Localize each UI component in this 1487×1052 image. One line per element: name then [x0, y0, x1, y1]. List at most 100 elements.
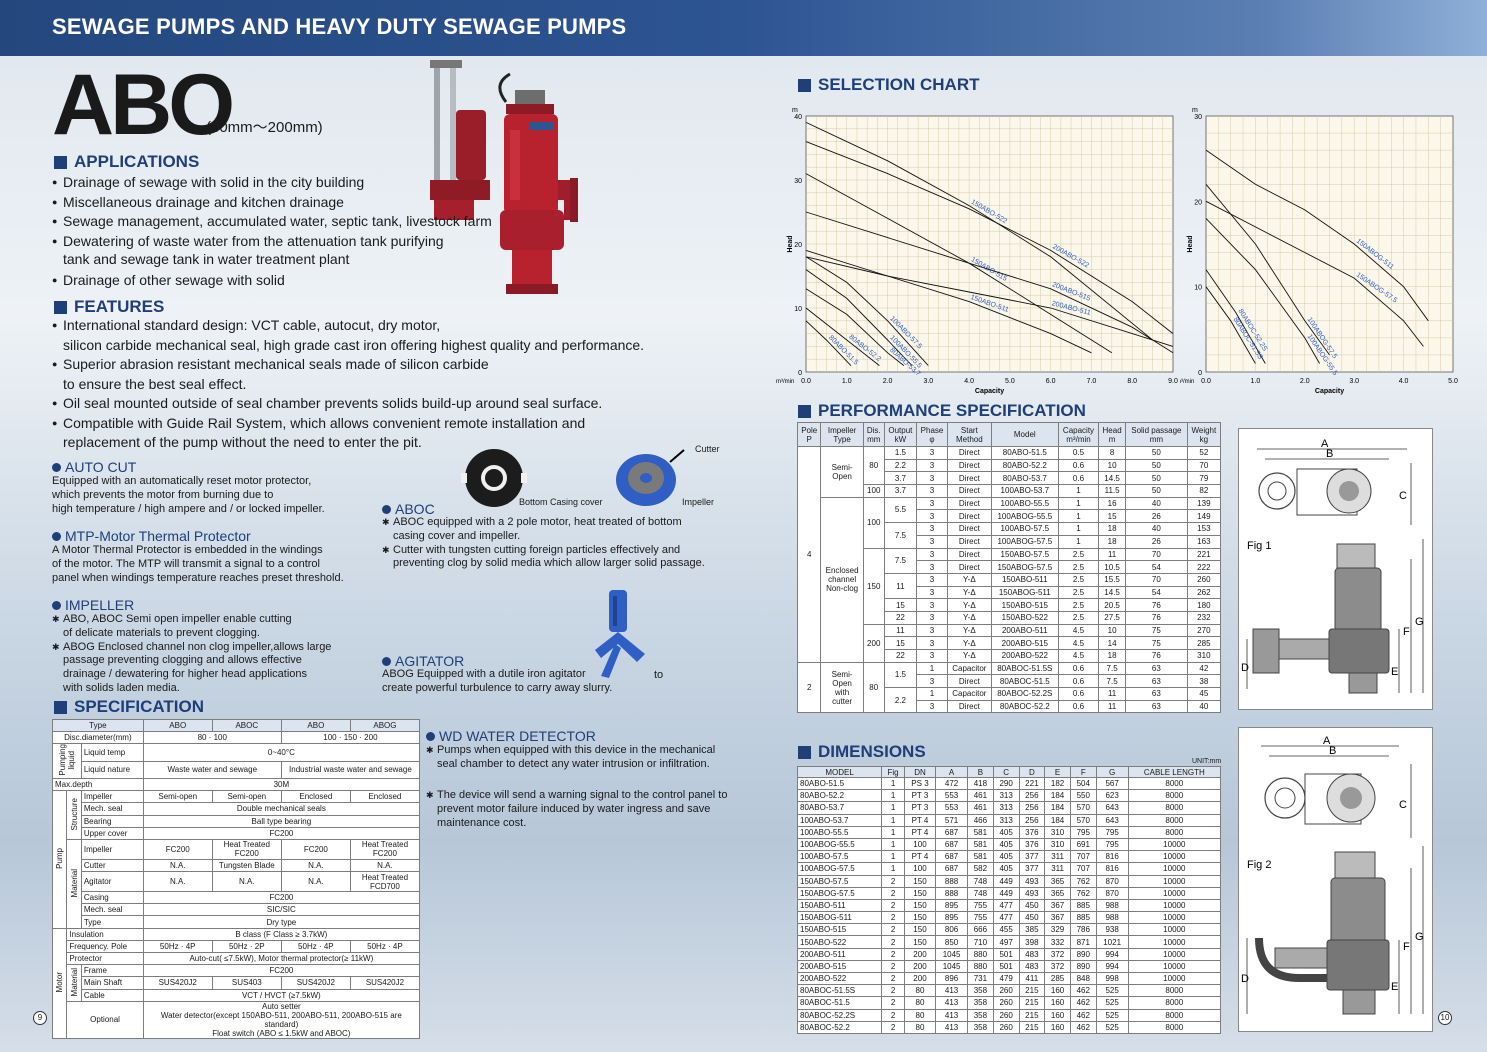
- x-tick-label: 9.0: [1168, 378, 1178, 385]
- dim-cell: 80ABOC-52.2S: [796, 1008, 883, 1022]
- dim-cell: 1: [881, 813, 905, 827]
- dim-cell: 80ABOC-51.5: [796, 996, 883, 1010]
- perf-cell: 0.6: [1057, 699, 1100, 714]
- perf-cell: 45: [1186, 687, 1222, 701]
- y-tick-label: 0: [1198, 370, 1202, 377]
- perf-cell: 2.5: [1057, 560, 1100, 574]
- dim-cell: 748: [967, 886, 994, 900]
- dim-cell: 643: [1095, 801, 1129, 815]
- perf-cell: 54: [1125, 585, 1188, 600]
- dim-cell: 10000: [1127, 874, 1222, 888]
- table-row: 150ABO-511 2 150 895 755 477 450 367 885 988 10000: [796, 898, 1222, 913]
- dim-cell: 10000: [1127, 959, 1222, 974]
- dim-cell: 483: [1018, 959, 1046, 974]
- dim-cell: 525: [1095, 1020, 1129, 1034]
- dim-cell: 2: [881, 971, 905, 986]
- dim-label-e: E: [1391, 666, 1398, 678]
- perf-cell: 0.6: [1057, 471, 1100, 486]
- list-item: Miscellaneous drainage and kitchen drain…: [52, 193, 492, 213]
- table-row: 100ABOG-55.5 1 100 687 581 405 376 310 691 795 100…: [796, 837, 1222, 852]
- dim-cell: 748: [967, 874, 994, 888]
- perf-cell: 150ABO-57.5: [990, 547, 1059, 562]
- table-row: 80ABO-53.7 1 PT 3 553 461 313 256 184 570 643 8000: [796, 801, 1222, 815]
- dim-header: D: [1018, 766, 1046, 778]
- dim-cell: 256: [1018, 813, 1046, 827]
- dim-cell: 311: [1044, 850, 1071, 864]
- perf-cell: 1: [1057, 484, 1100, 498]
- perf-cell: 63: [1125, 661, 1188, 676]
- dim-cell: 358: [967, 984, 994, 998]
- dim-cell: 570: [1069, 801, 1097, 815]
- dim-cell: 643: [1095, 813, 1129, 827]
- square-bullet-icon: [798, 78, 811, 92]
- dim-cell: 581: [967, 837, 994, 852]
- dim-cell: 10000: [1127, 911, 1222, 925]
- perf-cell: 1: [1057, 496, 1100, 511]
- agitator-heading: AGITATOR: [382, 653, 464, 669]
- perf-cell: 4.5: [1057, 649, 1100, 663]
- perf-cell: 3: [916, 446, 948, 460]
- perf-cell: 0.6: [1057, 674, 1100, 689]
- dim-cell: 885: [1069, 898, 1097, 913]
- perf-cell: 11: [1098, 699, 1127, 714]
- perf-cell: 7.5: [1098, 674, 1127, 689]
- perf-cell: 3: [916, 484, 948, 498]
- perf-cell: Direct: [946, 496, 992, 511]
- dim-header: C: [992, 766, 1020, 778]
- dim-cell: 762: [1069, 886, 1097, 900]
- dim-cell: 994: [1095, 947, 1129, 961]
- dim-cell: 160: [1044, 984, 1071, 998]
- agitator-to: to: [654, 669, 664, 681]
- dim-cell: 215: [1018, 984, 1046, 998]
- perf-cell: 27.5: [1098, 610, 1127, 625]
- perf-cell: 2.5: [1057, 598, 1100, 612]
- dim-cell: 80: [903, 984, 937, 998]
- perf-cell: 40: [1125, 522, 1188, 536]
- perf-cell: 7.5: [1098, 661, 1127, 676]
- perf-cell: 22: [883, 610, 918, 625]
- perf-cell: 180: [1186, 598, 1222, 612]
- dim-cell: 413: [935, 984, 969, 998]
- square-bullet-icon: [798, 745, 811, 759]
- perf-cell: 70: [1125, 572, 1188, 587]
- y-tick-label: 20: [794, 242, 802, 249]
- dim-cell: 160: [1044, 1008, 1071, 1022]
- dim-cell: 1045: [935, 947, 969, 961]
- y-tick-label: 10: [1194, 285, 1202, 292]
- dim-cell: 184: [1044, 801, 1071, 815]
- dim-cell: 707: [1069, 850, 1097, 864]
- selection-chart-abo: 0.0 1.0 2.0 3.0 4.0 5.0 6.0 7.0 8.0 9.0 0 10 20 30 40 C…: [776, 107, 1178, 395]
- dim-cell: 687: [935, 825, 969, 839]
- applications-heading: APPLICATIONS: [54, 152, 199, 172]
- dim-cell: 570: [1069, 813, 1097, 827]
- perf-cell: Direct: [946, 522, 992, 536]
- dim-cell: 1: [881, 837, 905, 852]
- dim-cell: 150ABOG-511: [796, 911, 883, 925]
- perf-cell: 163: [1186, 534, 1222, 549]
- perf-cell: 3: [916, 610, 948, 625]
- dim-cell: 313: [992, 789, 1020, 803]
- dim-cell: 988: [1095, 898, 1129, 913]
- perf-cell: Direct: [946, 560, 992, 574]
- model-range: (80mm～200mm): [206, 119, 323, 136]
- dim-cell: 221: [1018, 776, 1046, 791]
- dim-cell: 8000: [1127, 1020, 1222, 1034]
- dim-cell: 377: [1018, 862, 1046, 876]
- dim-cell: 80ABO-53.7: [796, 801, 883, 815]
- dim-cell: PT 3: [903, 801, 937, 815]
- dim-cell: 411: [1018, 971, 1046, 986]
- dim-cell: 405: [992, 862, 1020, 876]
- perf-cell: 1: [1057, 534, 1100, 549]
- dim-header: DN: [903, 766, 937, 778]
- dim-cell: 461: [967, 789, 994, 803]
- dim-cell: 2: [881, 1020, 905, 1034]
- perf-cell: 80ABO-53.7: [990, 471, 1059, 486]
- dim-cell: 100ABO-57.5: [796, 850, 883, 864]
- dim-cell: 8000: [1127, 776, 1222, 791]
- dim-cell: 816: [1095, 850, 1129, 864]
- dim-cell: 582: [967, 862, 994, 876]
- dim-cell: 483: [1018, 947, 1046, 961]
- dim-cell: 2: [881, 1008, 905, 1022]
- perf-cell: Y-Δ: [946, 585, 992, 600]
- dim-cell: 581: [967, 850, 994, 864]
